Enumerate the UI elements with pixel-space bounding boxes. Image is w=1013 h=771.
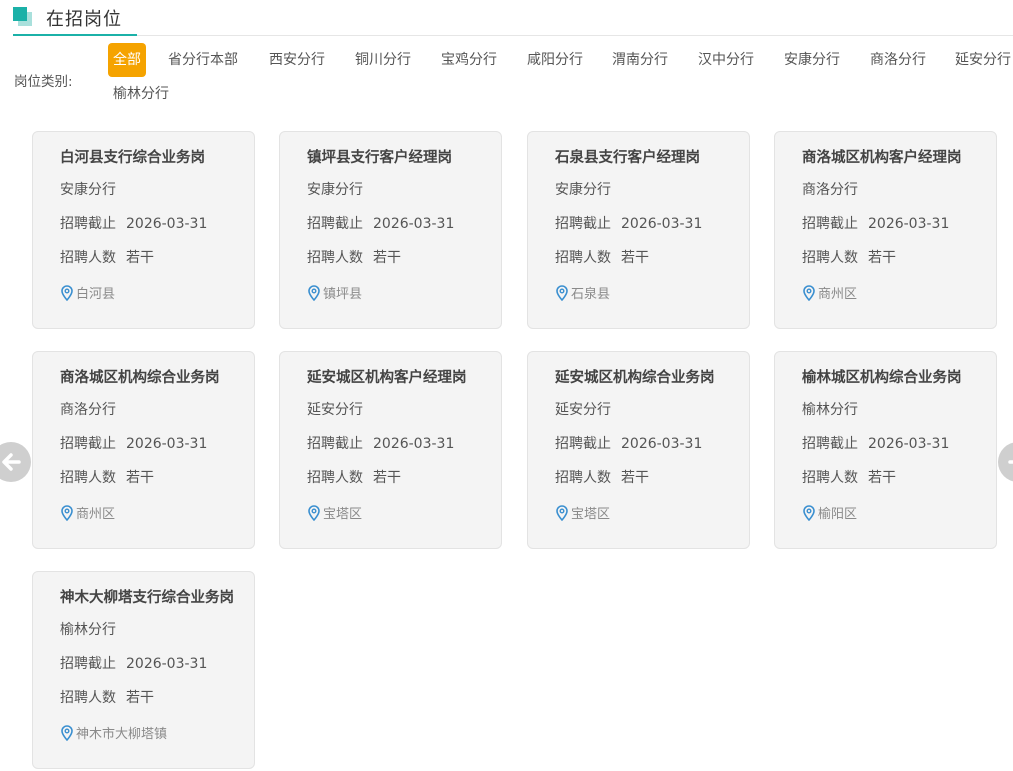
filter-tab-provincial-hq[interactable]: 省分行本部 [162, 43, 244, 77]
job-location: 神木市大柳塔镇 [60, 723, 167, 742]
job-branch: 安康分行 [555, 182, 611, 198]
job-headcount: 招聘人数 若干 [802, 470, 896, 486]
filter-tab-xianyang[interactable]: 咸阳分行 [521, 43, 589, 77]
location-pin-icon [556, 505, 568, 522]
page-header: 在招岗位 [13, 0, 1013, 38]
title-square-icon [13, 7, 33, 27]
job-card[interactable]: 石泉县支行客户经理岗 安康分行 招聘截止 2026-03-31 招聘人数 若干 石泉… [527, 131, 750, 329]
next-page-button[interactable] [998, 442, 1013, 482]
prev-page-button[interactable] [0, 442, 31, 482]
job-title: 石泉县支行客户经理岗 [555, 150, 700, 166]
job-headcount: 招聘人数 若干 [307, 250, 401, 266]
location-pin-icon [308, 285, 320, 302]
job-branch: 商洛分行 [60, 402, 116, 418]
filter-tab-yanan[interactable]: 延安分行 [949, 43, 1013, 77]
job-location: 宝塔区 [555, 503, 610, 522]
job-headcount: 招聘人数 若干 [802, 250, 896, 266]
job-title: 延安城区机构综合业务岗 [555, 370, 715, 386]
job-headcount: 招聘人数 若干 [555, 470, 649, 486]
location-pin-icon [803, 505, 815, 522]
location-pin-icon [61, 285, 73, 302]
job-branch: 商洛分行 [802, 182, 858, 198]
title-underline [13, 34, 137, 36]
arrow-right-icon [1008, 460, 1013, 464]
filter-tab-ankang[interactable]: 安康分行 [778, 43, 846, 77]
job-location: 白河县 [60, 283, 115, 302]
job-card[interactable]: 白河县支行综合业务岗 安康分行 招聘截止 2026-03-31 招聘人数 若干 白河… [32, 131, 255, 329]
job-location: 商州区 [60, 503, 115, 522]
job-location: 宝塔区 [307, 503, 362, 522]
header-divider [137, 35, 1013, 36]
job-branch: 榆林分行 [802, 402, 858, 418]
job-headcount: 招聘人数 若干 [60, 470, 154, 486]
job-title: 镇坪县支行客户经理岗 [307, 150, 452, 166]
job-deadline: 招聘截止 2026-03-31 [555, 436, 703, 452]
job-branch: 延安分行 [555, 402, 611, 418]
job-deadline: 招聘截止 2026-03-31 [60, 656, 208, 672]
job-headcount: 招聘人数 若干 [60, 250, 154, 266]
job-headcount: 招聘人数 若干 [60, 690, 154, 706]
filter-tab-weinan[interactable]: 渭南分行 [606, 43, 674, 77]
job-card[interactable]: 榆林城区机构综合业务岗 榆林分行 招聘截止 2026-03-31 招聘人数 若干 榆… [774, 351, 997, 549]
job-deadline: 招聘截止 2026-03-31 [802, 436, 950, 452]
filter-label: 岗位类别: [14, 74, 73, 90]
job-deadline: 招聘截止 2026-03-31 [307, 216, 455, 232]
job-branch: 安康分行 [60, 182, 116, 198]
job-branch: 延安分行 [307, 402, 363, 418]
filter-tab-hanzhong[interactable]: 汉中分行 [692, 43, 760, 77]
filter-tab-xian[interactable]: 西安分行 [263, 43, 331, 77]
job-title: 白河县支行综合业务岗 [60, 150, 205, 166]
location-pin-icon [556, 285, 568, 302]
job-headcount: 招聘人数 若干 [555, 250, 649, 266]
location-pin-icon [61, 505, 73, 522]
page-title: 在招岗位 [46, 9, 122, 30]
location-pin-icon [803, 285, 815, 302]
arrow-left-icon [2, 453, 21, 471]
filter-tab-tongchuan[interactable]: 铜川分行 [349, 43, 417, 77]
job-location: 镇坪县 [307, 283, 362, 302]
job-location: 石泉县 [555, 283, 610, 302]
job-title: 商洛城区机构客户经理岗 [802, 150, 962, 166]
job-title: 延安城区机构客户经理岗 [307, 370, 467, 386]
job-location: 商州区 [802, 283, 857, 302]
job-branch: 榆林分行 [60, 622, 116, 638]
job-title: 神木大柳塔支行综合业务岗 [60, 590, 234, 606]
job-card[interactable]: 延安城区机构综合业务岗 延安分行 招聘截止 2026-03-31 招聘人数 若干 宝… [527, 351, 750, 549]
job-headcount: 招聘人数 若干 [307, 470, 401, 486]
job-card[interactable]: 商洛城区机构综合业务岗 商洛分行 招聘截止 2026-03-31 招聘人数 若干 商… [32, 351, 255, 549]
job-deadline: 招聘截止 2026-03-31 [555, 216, 703, 232]
job-title: 榆林城区机构综合业务岗 [802, 370, 962, 386]
job-card[interactable]: 神木大柳塔支行综合业务岗 榆林分行 招聘截止 2026-03-31 招聘人数 若干 … [32, 571, 255, 769]
job-title: 商洛城区机构综合业务岗 [60, 370, 220, 386]
job-card[interactable]: 镇坪县支行客户经理岗 安康分行 招聘截止 2026-03-31 招聘人数 若干 镇坪… [279, 131, 502, 329]
filter-tab-shangluo[interactable]: 商洛分行 [864, 43, 932, 77]
job-location: 榆阳区 [802, 503, 857, 522]
location-pin-icon [61, 725, 73, 742]
location-pin-icon [308, 505, 320, 522]
job-deadline: 招聘截止 2026-03-31 [802, 216, 950, 232]
job-card[interactable]: 商洛城区机构客户经理岗 商洛分行 招聘截止 2026-03-31 招聘人数 若干 商… [774, 131, 997, 329]
filter-tab-all[interactable]: 全部 [108, 43, 146, 77]
job-deadline: 招聘截止 2026-03-31 [307, 436, 455, 452]
filter-tab-yulin[interactable]: 榆林分行 [107, 77, 175, 111]
job-deadline: 招聘截止 2026-03-31 [60, 436, 208, 452]
job-deadline: 招聘截止 2026-03-31 [60, 216, 208, 232]
job-branch: 安康分行 [307, 182, 363, 198]
filter-tab-baoji[interactable]: 宝鸡分行 [435, 43, 503, 77]
job-card[interactable]: 延安城区机构客户经理岗 延安分行 招聘截止 2026-03-31 招聘人数 若干 宝… [279, 351, 502, 549]
